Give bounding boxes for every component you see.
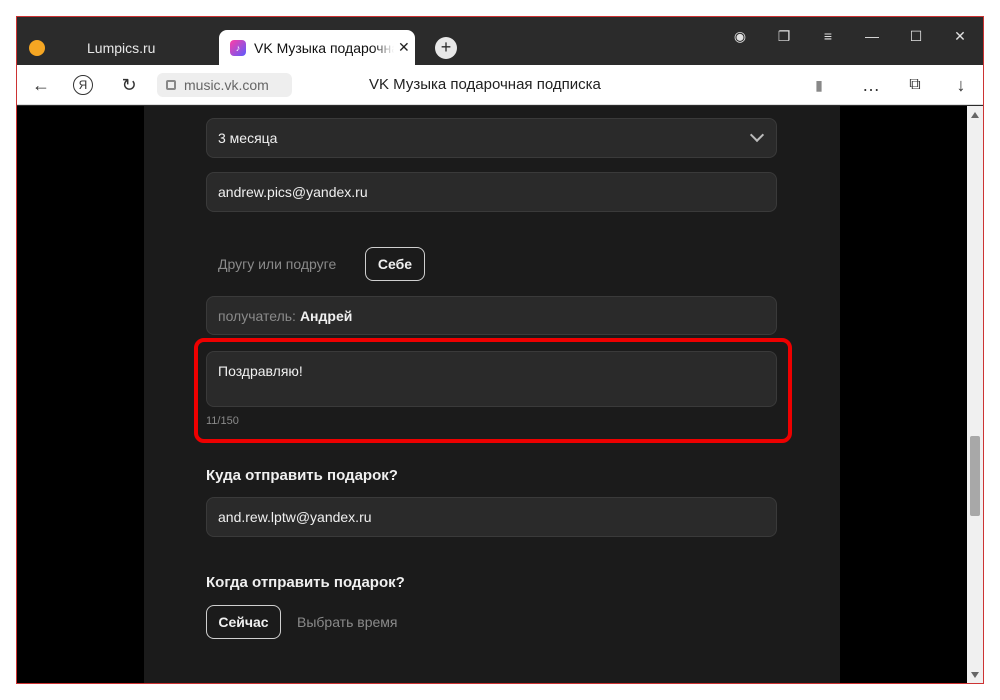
tab-lumpics[interactable]: Lumpics.ru <box>17 30 217 65</box>
sender-email-field[interactable]: andrew.pics@yandex.ru <box>206 172 777 212</box>
reload-button[interactable]: ↻ <box>117 73 141 97</box>
page-content: 3 месяца andrew.pics@yandex.ru Другу или… <box>17 106 967 683</box>
recipient-label: получатель: <box>218 307 296 324</box>
collections-icon[interactable]: ❐ <box>773 25 795 47</box>
choose-time-option[interactable]: Выбрать время <box>297 614 398 630</box>
bookmark-icon[interactable]: ▮ <box>807 73 831 97</box>
address-field[interactable]: music.vk.com <box>157 73 292 97</box>
address-toolbar: ← Я ↻ music.vk.com VK Музыка подарочная … <box>17 65 983 105</box>
when-heading: Когда отправить подарок? <box>206 574 405 591</box>
highlight-frame <box>194 338 792 443</box>
back-button[interactable]: ← <box>29 73 53 97</box>
tab-close-icon[interactable]: ✕ <box>398 39 410 56</box>
tab-label: Lumpics.ru <box>87 39 156 56</box>
tab-vk-music[interactable]: ♪ VK Музыка подарочная подписка ✕ <box>219 30 415 65</box>
scroll-thumb[interactable] <box>970 436 980 516</box>
menu-icon[interactable]: ≡ <box>817 25 839 47</box>
tab-label: VK Музыка подарочная подписка <box>254 39 394 56</box>
downloads-icon[interactable]: ↓ <box>949 73 973 97</box>
tab-strip: Lumpics.ru ♪ VK Музыка подарочная подпис… <box>17 17 983 65</box>
recipient-option-other[interactable]: Другу или подруге <box>218 256 336 272</box>
page-scrollbar[interactable] <box>967 106 983 683</box>
close-window-button[interactable]: ✕ <box>949 25 971 47</box>
new-tab-button[interactable]: + <box>435 37 457 59</box>
scroll-up-icon[interactable] <box>971 112 979 118</box>
lumpics-favicon-icon <box>29 39 45 56</box>
where-heading: Куда отправить подарок? <box>206 467 398 484</box>
maximize-button[interactable]: ☐ <box>905 25 927 47</box>
lock-icon <box>166 80 176 90</box>
recipient-name-field[interactable]: получатель: Андрей <box>206 296 777 335</box>
recipient-email-field[interactable]: and.rew.lptw@yandex.ru <box>206 497 777 537</box>
recipient-option-self[interactable]: Себе <box>365 247 425 281</box>
vk-music-favicon-icon: ♪ <box>230 39 246 56</box>
chevron-down-icon <box>749 127 765 143</box>
yandex-icon[interactable]: Я <box>73 75 93 95</box>
recipient-email-value: and.rew.lptw@yandex.ru <box>218 509 372 525</box>
page-title: VK Музыка подарочная подписка <box>369 76 601 93</box>
reader-icon[interactable]: ⧉ <box>903 73 927 97</box>
browser-window: Lumpics.ru ♪ VK Музыка подарочная подпис… <box>16 16 984 684</box>
recipient-name: Андрей <box>299 307 353 324</box>
sender-email-value: andrew.pics@yandex.ru <box>218 184 368 200</box>
address-url: music.vk.com <box>184 77 269 93</box>
minimize-button[interactable]: — <box>861 25 883 47</box>
duration-select[interactable]: 3 месяца <box>206 118 777 158</box>
send-now-button[interactable]: Сейчас <box>206 605 281 639</box>
scroll-down-icon[interactable] <box>971 672 979 678</box>
more-menu-icon[interactable]: … <box>859 73 883 97</box>
duration-value: 3 месяца <box>218 130 278 146</box>
protect-icon[interactable]: ◉ <box>729 25 751 47</box>
